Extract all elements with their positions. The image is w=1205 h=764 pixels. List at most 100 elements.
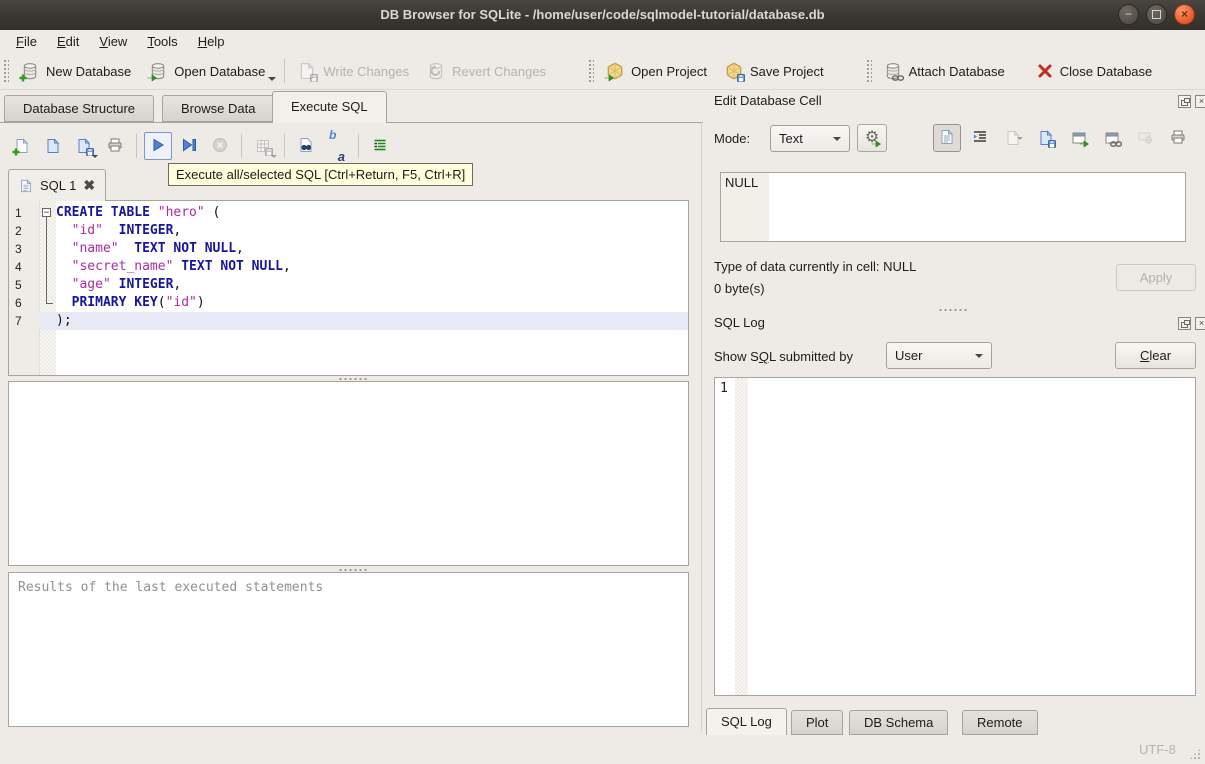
new-tab-icon	[14, 138, 30, 154]
dock-close-icon[interactable]: ×	[1195, 317, 1205, 330]
set-null-button	[1131, 124, 1159, 152]
sql-editor-tab[interactable]: SQL 1 ✖	[8, 169, 107, 201]
code-line[interactable]: 3 "name" TEXT NOT NULL,	[9, 240, 688, 258]
fold-marker[interactable]	[39, 204, 56, 222]
save-project-button[interactable]: Save Project	[716, 57, 833, 85]
open-database-icon	[149, 62, 167, 80]
log-line-number: 1	[720, 381, 728, 396]
open-database-dropdown-icon[interactable]	[268, 77, 277, 81]
menu-edit[interactable]: Edit	[47, 32, 89, 51]
menubar: File Edit View Tools Help	[0, 30, 1205, 53]
code-line[interactable]: 6 PRIMARY KEY("id")	[9, 294, 688, 312]
format-sql-button[interactable]	[366, 132, 394, 160]
format-sql-icon	[372, 137, 388, 156]
menu-file[interactable]: File	[6, 32, 47, 51]
write-changes-button: Write Changes	[289, 57, 418, 85]
line-number: 3	[9, 240, 39, 258]
open-project-button[interactable]: Open Project	[597, 57, 716, 85]
code-text: );	[56, 312, 688, 330]
code-text: PRIMARY KEY("id")	[71, 295, 205, 310]
resize-grip[interactable]	[1189, 748, 1201, 760]
stop-execution-button	[206, 132, 234, 160]
line-number: 1	[9, 204, 39, 222]
find-button[interactable]	[292, 132, 320, 160]
execute-all-button[interactable]	[144, 132, 172, 160]
code-line[interactable]: 4 "secret_name" TEXT NOT NULL,	[9, 258, 688, 276]
toolbar-handle[interactable]	[865, 59, 872, 83]
open-sql-file-button[interactable]	[39, 132, 67, 160]
print-icon	[107, 137, 123, 156]
edit-cell-title: Edit Database Cell	[714, 93, 822, 108]
text-mode-button[interactable]	[933, 124, 961, 152]
tab-execute-sql[interactable]: Execute SQL	[272, 91, 387, 123]
save-sql-file-button[interactable]	[70, 132, 98, 160]
chevron-down-icon	[975, 354, 983, 358]
close-database-button[interactable]: Close Database	[1028, 58, 1162, 84]
code-line[interactable]: 7);	[9, 312, 688, 330]
cell-value: NULL	[725, 175, 759, 190]
open-url-button[interactable]	[1098, 124, 1126, 152]
print-sql-button[interactable]	[101, 132, 129, 160]
line-number: 5	[9, 276, 39, 294]
log-filter-select[interactable]: User	[886, 342, 992, 369]
tab-browse-data[interactable]: Browse Data	[162, 95, 275, 122]
code-line[interactable]: 5 "age" INTEGER,	[9, 276, 688, 294]
splitter-handle[interactable]	[938, 308, 968, 312]
mode-select[interactable]: Text	[770, 125, 850, 152]
toolbar-separator	[136, 134, 137, 158]
attach-database-button[interactable]: Attach Database	[875, 57, 1014, 85]
code-text: "age" INTEGER,	[71, 277, 182, 292]
new-sql-tab-button[interactable]	[8, 132, 36, 160]
code-line[interactable]: 1 CREATE TABLE "hero" (	[9, 204, 688, 222]
toolbar-handle[interactable]	[588, 59, 595, 83]
toolbar-handle[interactable]	[3, 59, 9, 83]
titlebar[interactable]: DB Browser for SQLite - /home/user/code/…	[0, 0, 1205, 31]
dock-tab-sql-log[interactable]: SQL Log	[706, 708, 787, 735]
export-data-button[interactable]	[1032, 124, 1060, 152]
dock-tab-db-schema[interactable]: DB Schema	[849, 710, 949, 735]
maximize-button[interactable]	[1146, 4, 1167, 25]
save-sql-dropdown-icon[interactable]	[92, 155, 98, 158]
auto-switch-mode-button[interactable]: ⚙	[857, 124, 887, 152]
word-wrap-button[interactable]	[966, 124, 994, 152]
write-changes-icon	[298, 62, 316, 80]
new-database-button[interactable]: New Database	[12, 57, 140, 85]
execute-line-button[interactable]	[175, 132, 203, 160]
code-text: CREATE TABLE "hero" (	[56, 205, 221, 220]
find-replace-button[interactable]: b a	[323, 129, 351, 163]
open-in-external-button[interactable]	[1065, 124, 1093, 152]
sql-code-editor[interactable]: 1 CREATE TABLE "hero" ( 2 "id" INTEGER,3 "…	[8, 200, 689, 376]
cell-value-editor[interactable]: NULL	[720, 172, 1186, 242]
sql-log-view[interactable]: 1	[714, 377, 1196, 696]
save-data-icon	[1038, 130, 1054, 146]
menu-help[interactable]: Help	[188, 32, 235, 51]
tab-database-structure[interactable]: Database Structure	[4, 95, 155, 122]
gear-icon: ⚙	[864, 129, 880, 146]
results-grid-pane[interactable]	[8, 381, 689, 566]
fold-marker	[39, 222, 56, 240]
apply-button: Apply	[1116, 264, 1196, 291]
dock-divider[interactable]	[701, 122, 702, 731]
edit-cell-toolbar	[933, 124, 1192, 155]
sql-log-title: SQL Log	[714, 315, 765, 330]
link-icon	[1104, 130, 1120, 146]
fold-marker	[39, 240, 56, 258]
sql-tab-close-icon[interactable]: ✖	[83, 177, 95, 194]
print-cell-button[interactable]	[1164, 124, 1192, 152]
dock-close-icon[interactable]: ×	[1195, 95, 1205, 108]
fold-marker	[39, 312, 56, 330]
minimize-button[interactable]: −	[1118, 4, 1139, 25]
menu-view[interactable]: View	[89, 32, 137, 51]
code-line[interactable]: 2 "id" INTEGER,	[9, 222, 688, 240]
open-database-button[interactable]: Open Database	[140, 57, 277, 85]
dock-tab-remote[interactable]: Remote	[962, 710, 1038, 735]
results-message-pane[interactable]: Results of the last executed statements	[8, 572, 689, 727]
dock-float-icon[interactable]	[1178, 95, 1191, 108]
clear-log-button[interactable]: Clear	[1115, 342, 1196, 369]
menu-tools[interactable]: Tools	[137, 32, 187, 51]
close-button[interactable]: ×	[1174, 4, 1195, 25]
sql-tab-doc-icon	[19, 179, 33, 193]
dock-tab-plot[interactable]: Plot	[791, 710, 844, 735]
dock-float-icon[interactable]	[1178, 317, 1191, 330]
sql-tab-label: SQL 1	[40, 178, 77, 193]
